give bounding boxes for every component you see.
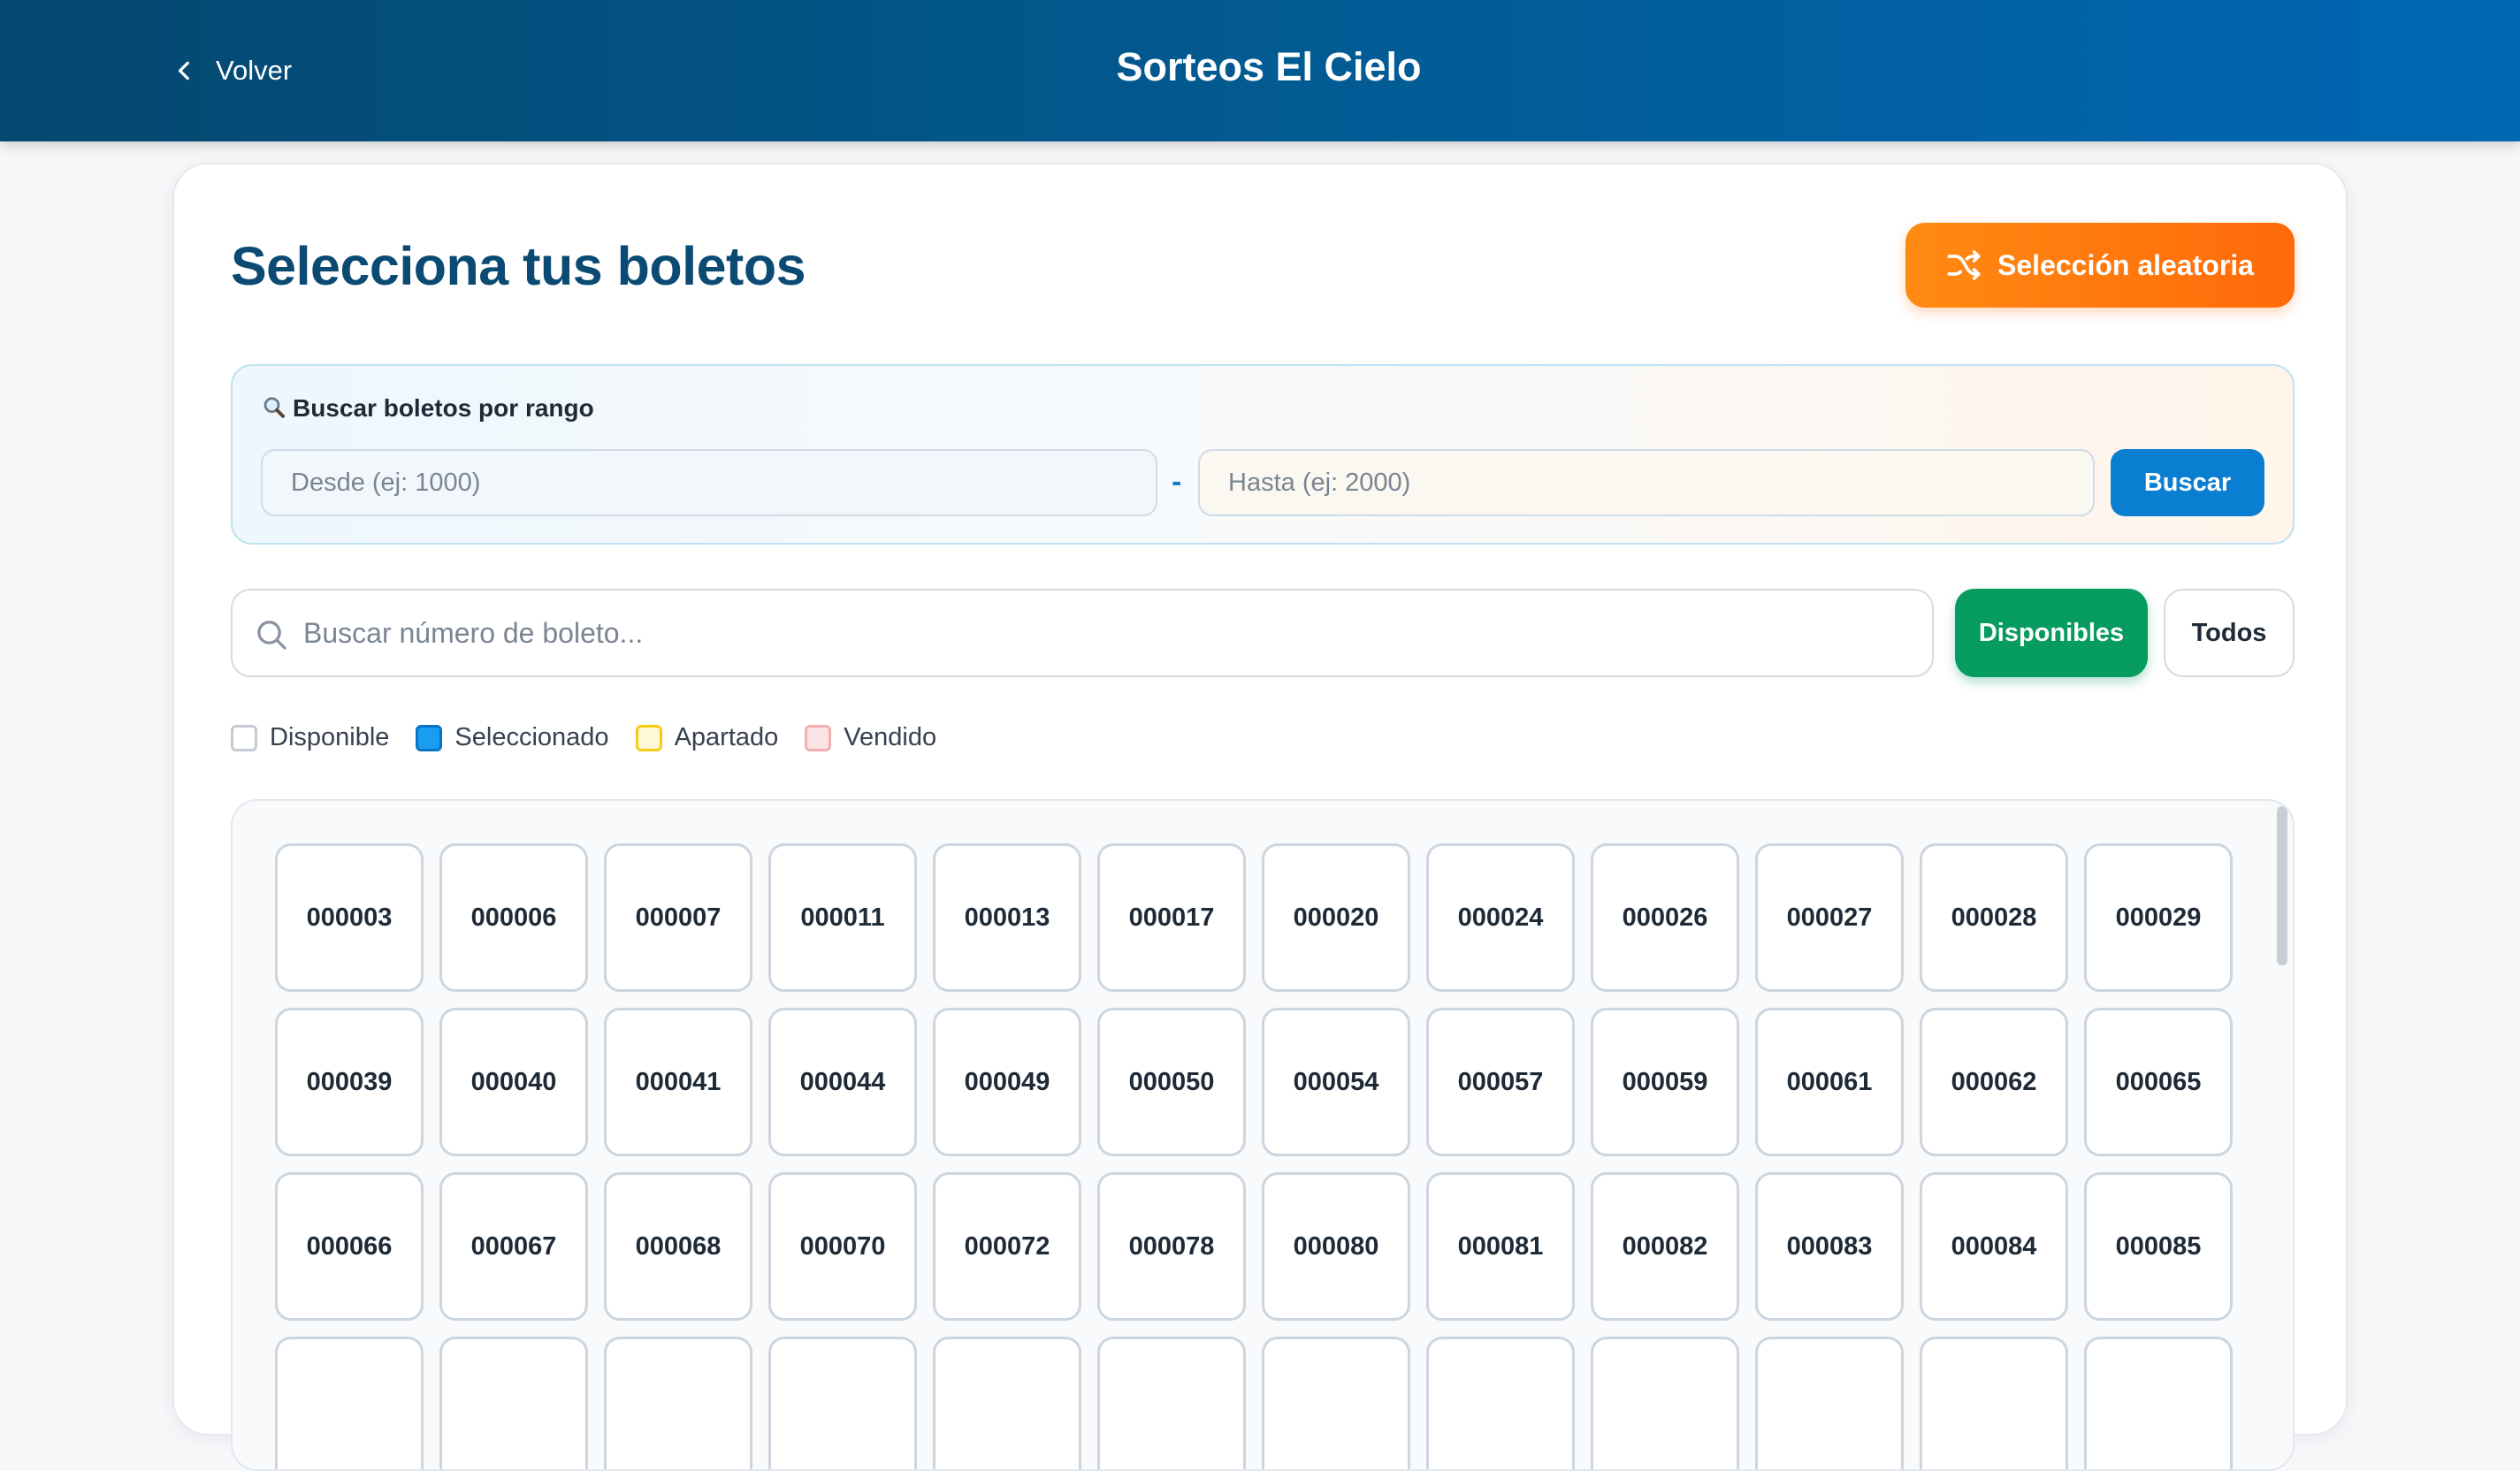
ticket-selection-card: Selecciona tus boletos Selección aleator… bbox=[172, 163, 2348, 1471]
legend-label: Seleccionado bbox=[454, 723, 609, 751]
filter-all-button[interactable]: Todos bbox=[2164, 589, 2295, 677]
legend-item-reserved: Apartado bbox=[635, 723, 779, 752]
ticket-button[interactable]: 000041 bbox=[604, 1008, 752, 1156]
legend-swatch bbox=[231, 724, 257, 751]
legend-label: Disponible bbox=[270, 723, 390, 751]
legend-swatch bbox=[635, 724, 662, 751]
ticket-button[interactable]: 000049 bbox=[933, 1008, 1081, 1156]
ticket-button[interactable]: 000068 bbox=[604, 1172, 752, 1321]
ticket-button[interactable]: 000027 bbox=[1755, 843, 1904, 992]
ticket-button[interactable]: 000007 bbox=[604, 843, 752, 992]
ticket-button[interactable] bbox=[2084, 1337, 2233, 1469]
ticket-button[interactable]: 000059 bbox=[1591, 1008, 1739, 1156]
ticket-button[interactable]: 000039 bbox=[275, 1008, 424, 1156]
ticket-button[interactable]: 000040 bbox=[439, 1008, 588, 1156]
ticket-grid: 000003 000006 000007 000011 000013 000017 0000… bbox=[275, 843, 2233, 1469]
ticket-button[interactable]: 000061 bbox=[1755, 1008, 1904, 1156]
legend-swatch bbox=[416, 724, 443, 751]
ticket-grid-panel[interactable]: 000003 000006 000007 000011 000013 000017 0000… bbox=[231, 799, 2295, 1471]
random-selection-button[interactable]: Selección aleatoria bbox=[1905, 223, 2295, 308]
ticket-button[interactable]: 000026 bbox=[1591, 843, 1739, 992]
ticket-button[interactable] bbox=[1755, 1337, 1904, 1469]
range-search-panel: Buscar boletos por rango - Buscar bbox=[231, 364, 2295, 545]
page-title: Selecciona tus boletos bbox=[231, 236, 806, 296]
range-search-label: Buscar boletos por rango bbox=[261, 394, 594, 423]
legend-item-sold: Vendido bbox=[805, 723, 936, 752]
ticket-button[interactable] bbox=[439, 1337, 588, 1469]
ticket-button[interactable] bbox=[1097, 1337, 1246, 1469]
ticket-button[interactable]: 000028 bbox=[1920, 843, 2068, 992]
ticket-button[interactable]: 000020 bbox=[1262, 843, 1410, 992]
legend-label: Apartado bbox=[674, 723, 779, 751]
ticket-button[interactable]: 000044 bbox=[768, 1008, 917, 1156]
ticket-button[interactable]: 000067 bbox=[439, 1172, 588, 1321]
ticket-button[interactable]: 000066 bbox=[275, 1172, 424, 1321]
ticket-button[interactable]: 000080 bbox=[1262, 1172, 1410, 1321]
status-legend: Disponible Seleccionado Apartado Vendido bbox=[231, 723, 963, 752]
ticket-button[interactable] bbox=[604, 1337, 752, 1469]
ticket-search-box bbox=[231, 589, 1934, 677]
ticket-button[interactable]: 000078 bbox=[1097, 1172, 1246, 1321]
ticket-button[interactable] bbox=[768, 1337, 917, 1469]
ticket-button[interactable]: 000003 bbox=[275, 843, 424, 992]
grid-scrollbar[interactable] bbox=[2277, 806, 2287, 965]
ticket-button[interactable] bbox=[1262, 1337, 1410, 1469]
legend-swatch bbox=[805, 724, 832, 751]
ticket-button[interactable]: 000082 bbox=[1591, 1172, 1739, 1321]
ticket-button[interactable]: 000011 bbox=[768, 843, 917, 992]
ticket-button[interactable]: 000084 bbox=[1920, 1172, 2068, 1321]
ticket-button[interactable]: 000013 bbox=[933, 843, 1081, 992]
ticket-button[interactable]: 000006 bbox=[439, 843, 588, 992]
ticket-button[interactable] bbox=[1426, 1337, 1575, 1469]
range-from-input[interactable] bbox=[261, 449, 1157, 516]
ticket-button[interactable]: 000054 bbox=[1262, 1008, 1410, 1156]
range-search-button[interactable]: Buscar bbox=[2111, 449, 2264, 516]
ticket-button[interactable]: 000081 bbox=[1426, 1172, 1575, 1321]
ticket-button[interactable]: 000070 bbox=[768, 1172, 917, 1321]
legend-item-selected: Seleccionado bbox=[416, 723, 609, 752]
ticket-button[interactable]: 000057 bbox=[1426, 1008, 1575, 1156]
ticket-button[interactable]: 000083 bbox=[1755, 1172, 1904, 1321]
magnifier-icon bbox=[263, 397, 285, 418]
shuffle-icon bbox=[1947, 250, 1981, 280]
filter-available-button[interactable]: Disponibles bbox=[1955, 589, 2148, 677]
ticket-button[interactable]: 000029 bbox=[2084, 843, 2233, 992]
app-title: Sorteos El Cielo bbox=[1116, 44, 1422, 89]
legend-item-available: Disponible bbox=[231, 723, 389, 752]
ticket-button[interactable] bbox=[1591, 1337, 1739, 1469]
ticket-button[interactable]: 000085 bbox=[2084, 1172, 2233, 1321]
range-search-label-text: Buscar boletos por rango bbox=[293, 394, 594, 422]
search-icon bbox=[257, 621, 286, 650]
ticket-button[interactable] bbox=[933, 1337, 1081, 1469]
ticket-search-input[interactable] bbox=[303, 591, 1913, 675]
ticket-button[interactable]: 000017 bbox=[1097, 843, 1246, 992]
ticket-button[interactable]: 000024 bbox=[1426, 843, 1575, 992]
range-to-input[interactable] bbox=[1198, 449, 2095, 516]
app-header: Volver Sorteos El Cielo bbox=[0, 0, 2520, 141]
ticket-button[interactable] bbox=[1920, 1337, 2068, 1469]
ticket-button[interactable]: 000062 bbox=[1920, 1008, 2068, 1156]
random-selection-label: Selección aleatoria bbox=[1997, 248, 2254, 281]
ticket-button[interactable]: 000065 bbox=[2084, 1008, 2233, 1156]
ticket-button[interactable]: 000050 bbox=[1097, 1008, 1246, 1156]
ticket-button[interactable]: 000072 bbox=[933, 1172, 1081, 1321]
ticket-button[interactable] bbox=[275, 1337, 424, 1469]
legend-label: Vendido bbox=[844, 723, 937, 751]
range-separator: - bbox=[1172, 465, 1182, 499]
